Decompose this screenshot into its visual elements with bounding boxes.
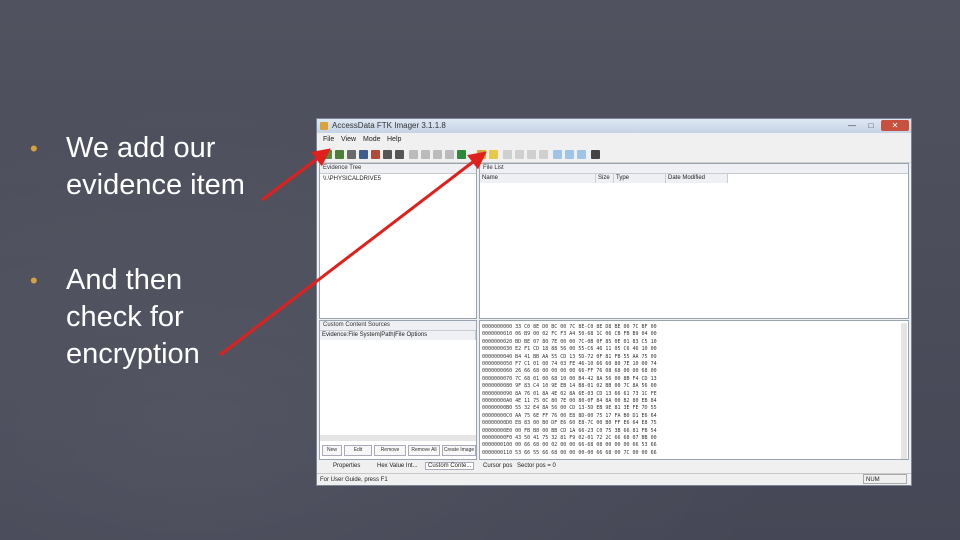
- create-custom-content-icon[interactable]: [433, 150, 442, 159]
- toolbar: [317, 148, 911, 163]
- bullet-dot: •: [30, 136, 38, 161]
- hex-line: 0000000090 8A 76 01 8A 4E 02 8A 6E-03 CD…: [482, 390, 657, 397]
- export-directory-listing-icon[interactable]: [527, 150, 536, 159]
- hex-line: 0000000050 F7 C1 01 00 74 03 FE 46-10 66…: [482, 361, 657, 367]
- hex-line: 0000000110 53 66 55 66 68 00 00 00-00 66…: [482, 449, 657, 456]
- hex-line: 00000000E0 00 FB B8 00 BB CD 1A 66-23 C0…: [482, 427, 657, 434]
- help-icon[interactable]: [591, 150, 600, 159]
- tab-hex-value[interactable]: Hex Value Int...: [377, 463, 418, 469]
- menu-mode[interactable]: Mode: [363, 136, 381, 143]
- minimize-button[interactable]: —: [843, 120, 861, 131]
- obtain-protected-files-icon[interactable]: [489, 150, 498, 159]
- hex-line: 0000000030 E2 F1 CD 18 88 56 00 55-C6 46…: [482, 346, 657, 353]
- ftk-imager-window: AccessData FTK Imager 3.1.1.8 — □ ✕ File…: [316, 118, 912, 486]
- hex-view-pane: 0000000000 33 C0 8E D0 BC 00 7C 8E-C0 8E…: [479, 320, 909, 460]
- menu-file[interactable]: File: [323, 136, 334, 143]
- file-list-columns: Name Size Type Date Modified: [480, 174, 908, 183]
- remove-all-button[interactable]: Remove All: [408, 445, 440, 456]
- add-to-custom-content-icon[interactable]: [421, 150, 430, 159]
- hex-line: 0000000060 26 66 68 00 00 00 00 66-FF 76…: [482, 368, 657, 375]
- create-image-button[interactable]: Create Image: [442, 445, 476, 456]
- remove-evidence-icon[interactable]: [359, 150, 368, 159]
- num-lock-indicator: NUM: [863, 474, 907, 484]
- app-icon: [320, 122, 328, 130]
- edit-button[interactable]: Edit: [344, 445, 372, 456]
- evidence-tree-pane: Evidence Tree \\.\PHYSICALDRIVE5: [319, 163, 477, 319]
- horizontal-scrollbar[interactable]: [320, 435, 476, 441]
- image-mounting-icon[interactable]: [347, 150, 356, 159]
- verify-drive-icon[interactable]: [539, 150, 548, 159]
- hex-line: 00000000B0 55 32 E4 8A 56 00 CD 13-5D EB…: [482, 405, 657, 412]
- export-files-icon[interactable]: [503, 150, 512, 159]
- bullet-dot: •: [30, 268, 38, 293]
- text-view-icon[interactable]: [565, 150, 574, 159]
- capture-memory-icon[interactable]: [457, 150, 466, 159]
- title-bar: AccessData FTK Imager 3.1.1.8 — □ ✕: [317, 119, 911, 133]
- auto-view-icon[interactable]: [577, 150, 586, 159]
- add-evidence-item-icon[interactable]: [323, 150, 332, 159]
- file-list-header: File List: [480, 164, 908, 174]
- tab-strip: Properties Hex Value Int... Custom Conte…: [319, 462, 477, 472]
- remove-button[interactable]: Remove: [374, 445, 406, 456]
- new-button[interactable]: New: [322, 445, 342, 456]
- hex-line: 0000000000 33 C0 8E D0 BC 00 7C 8E-C0 8E…: [482, 324, 657, 330]
- column-type[interactable]: Type: [614, 174, 666, 183]
- hex-line: 00000000A0 4E 11 75 0C 80 7E 00 80-0F 84…: [482, 398, 657, 404]
- tree-item-physicaldrive[interactable]: \\.\PHYSICALDRIVE5: [323, 176, 381, 182]
- hex-line: 0000000080 9F 83 C4 10 9E EB 14 B8-01 02…: [482, 383, 657, 390]
- create-disk-image-icon[interactable]: [383, 150, 392, 159]
- sector-position-label: Sector pos = 0: [517, 463, 556, 469]
- menu-view[interactable]: View: [341, 136, 356, 143]
- decrypt-icon[interactable]: [445, 150, 454, 159]
- file-list-pane: File List Name Size Type Date Modified: [479, 163, 909, 319]
- hex-line: 0000000010 06 B9 00 02 FC F3 A4 50-68 1C…: [482, 331, 657, 338]
- remove-all-icon[interactable]: [371, 150, 380, 159]
- export-hash-list-icon[interactable]: [515, 150, 524, 159]
- bullet-text: And then check for encryption: [66, 264, 200, 370]
- hex-line: 00000000D0 E8 83 00 B0 DF E6 60 E8-7C 00…: [482, 420, 657, 427]
- detect-efs-encryption-icon[interactable]: [477, 150, 486, 159]
- menu-bar: File View Mode Help: [317, 134, 911, 146]
- evidence-tree-header: Evidence Tree: [320, 164, 476, 174]
- column-size[interactable]: Size: [596, 174, 614, 183]
- tab-properties[interactable]: Properties: [333, 463, 360, 469]
- column-date-modified[interactable]: Date Modified: [666, 174, 728, 183]
- tab-custom-content[interactable]: Custom Conte...: [425, 462, 475, 470]
- close-button[interactable]: ✕: [881, 120, 909, 131]
- hex-view-icon[interactable]: [553, 150, 562, 159]
- hex-line: 0000000020 BD BE 07 80 7E 00 00 7C-0B 0F…: [482, 338, 657, 345]
- menu-help[interactable]: Help: [387, 136, 401, 143]
- vertical-scrollbar[interactable]: [901, 323, 907, 459]
- export-disk-image-icon[interactable]: [395, 150, 404, 159]
- hex-line: 0000000100 00 66 68 00 02 00 00 66-68 08…: [482, 442, 657, 449]
- cursor-position-label: Cursor pos: [483, 463, 513, 469]
- column-name[interactable]: Name: [480, 174, 596, 183]
- maximize-button[interactable]: □: [862, 120, 880, 131]
- add-all-evidence-icon[interactable]: [335, 150, 344, 159]
- window-title: AccessData FTK Imager 3.1.1.8: [332, 121, 446, 130]
- export-logical-image-icon[interactable]: [409, 150, 418, 159]
- hex-line: 0000000070 7C 68 01 00 68 10 00 B4-42 8A…: [482, 375, 657, 382]
- hex-line: 00000000C0 AA 75 6E FF 76 00 E8 8D-00 75…: [482, 412, 657, 419]
- custom-content-column: Evidence:File System|Path|File Options: [320, 331, 476, 340]
- custom-content-pane: Custom Content Sources Evidence:File Sys…: [319, 320, 477, 460]
- custom-content-header: Custom Content Sources: [320, 321, 476, 331]
- status-bar: For User Guide, press F1: [317, 473, 911, 485]
- hex-line: 00000000F0 43 50 41 75 32 81 F9 02-01 72…: [482, 435, 657, 441]
- hex-line: 0000000040 B4 41 BB AA 55 CD 13 5D-72 0F…: [482, 353, 657, 360]
- bullet-text: We add our evidence item: [66, 132, 245, 201]
- hex-status: Cursor pos Sector pos = 0: [481, 462, 907, 472]
